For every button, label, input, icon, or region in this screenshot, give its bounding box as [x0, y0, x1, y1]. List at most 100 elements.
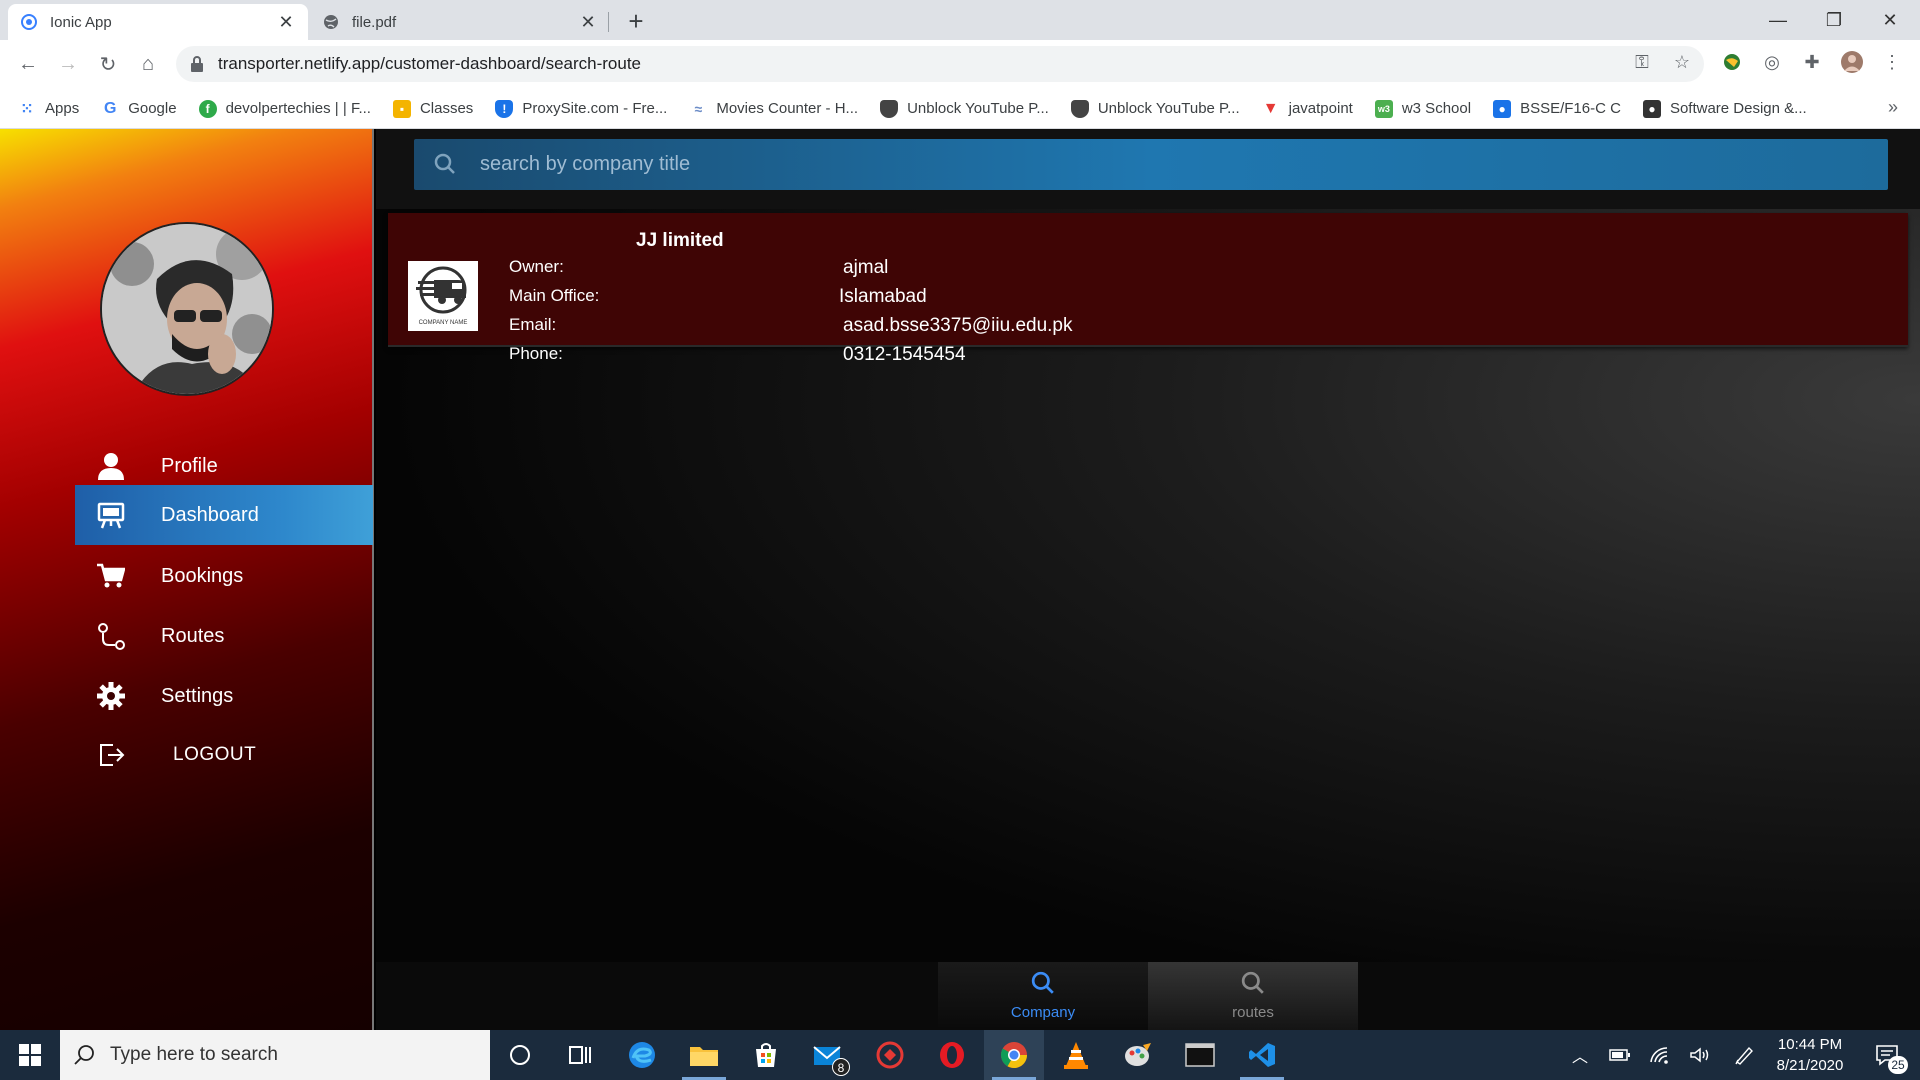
bookmark-movies-counter[interactable]: ≈ Movies Counter - H... [689, 100, 859, 118]
bookmark-devolpertechies[interactable]: f devolpertechies | | F... [198, 99, 371, 118]
profile-avatar-icon[interactable] [1840, 50, 1864, 74]
company-card[interactable]: COMPANY NAME JJ limited Owner: ajmal Mai… [388, 213, 1908, 365]
search-icon [1031, 971, 1055, 1000]
apps-grid-icon: ⁙ [20, 100, 34, 118]
opera-icon[interactable] [922, 1030, 982, 1080]
cortana-icon[interactable] [490, 1030, 550, 1080]
wifi-icon[interactable] [1640, 1030, 1680, 1080]
sidebar-item-settings[interactable]: Settings [75, 666, 373, 726]
file-explorer-icon[interactable] [674, 1030, 734, 1080]
app-red-icon[interactable] [860, 1030, 920, 1080]
bookmark-unblock-youtube-2[interactable]: Unblock YouTube P... [1070, 99, 1240, 118]
sidebar-item-label: Settings [161, 684, 234, 707]
notification-count-badge: 25 [1888, 1056, 1908, 1074]
close-tab-icon[interactable]: ✕ [276, 12, 296, 33]
address-bar[interactable]: transporter.netlify.app/customer-dashboa… [176, 46, 1704, 82]
ionic-favicon-icon [20, 13, 38, 31]
logout-button[interactable]: LOGOUT [75, 725, 373, 785]
bookmark-javatpoint[interactable]: ▼ javatpoint [1262, 100, 1353, 118]
paint-icon[interactable] [1108, 1030, 1168, 1080]
google-icon: G [103, 99, 117, 117]
bookmark-proxysite[interactable]: ! ProxySite.com - Fre... [495, 99, 667, 118]
close-window-button[interactable]: ✕ [1862, 0, 1918, 40]
shield-icon: ! [495, 99, 514, 118]
vlc-icon[interactable] [1046, 1030, 1106, 1080]
extension-circle-icon[interactable]: ◎ [1760, 50, 1784, 74]
tab-ionic-app[interactable]: Ionic App ✕ [8, 4, 308, 40]
vscode-icon[interactable] [1232, 1030, 1292, 1080]
key-icon[interactable]: ⚿ [1630, 50, 1654, 74]
windows-start-button[interactable] [0, 1030, 60, 1080]
new-tab-button[interactable]: + [622, 6, 650, 37]
chrome-icon[interactable] [984, 1030, 1044, 1080]
leaf-icon: f [198, 99, 217, 118]
mail-badge: 8 [832, 1058, 850, 1076]
tab-title: file.pdf [352, 13, 397, 31]
home-button[interactable]: ⌂ [134, 50, 162, 78]
bookmarks-overflow-icon[interactable]: » [1888, 97, 1898, 118]
logout-icon [93, 737, 129, 773]
logout-label: LOGOUT [173, 744, 257, 765]
taskbar-search-input[interactable]: Type here to search [60, 1030, 490, 1080]
tab-routes[interactable]: routes [1148, 962, 1358, 1030]
edge-icon[interactable] [612, 1030, 672, 1080]
notifications-icon[interactable]: 25 [1862, 1030, 1912, 1080]
restore-button[interactable]: ❐ [1806, 0, 1862, 40]
tab-label: routes [1232, 1004, 1274, 1021]
main-office-value: Islamabad [839, 286, 927, 307]
sidebar-item-label: Routes [161, 624, 225, 647]
w3-icon: w3 [1374, 99, 1393, 118]
logo-caption: COMPANY NAME [418, 320, 468, 326]
owner-label: Owner: [509, 257, 564, 276]
clock-date: 8/21/2020 [1776, 1057, 1844, 1074]
tab-company[interactable]: Company [938, 962, 1148, 1030]
close-tab-icon[interactable]: ✕ [578, 12, 598, 33]
store-icon[interactable] [736, 1030, 796, 1080]
pen-icon[interactable] [1725, 1030, 1765, 1080]
forward-button[interactable]: → [54, 50, 82, 78]
company-title: JJ limited [636, 230, 724, 251]
extensions-puzzle-icon[interactable]: ✚ [1800, 50, 1824, 74]
tab-file-pdf[interactable]: file.pdf ✕ [310, 4, 610, 40]
email-value: asad.bsse3375@iiu.edu.pk [843, 315, 1073, 336]
battery-icon[interactable] [1600, 1030, 1640, 1080]
taskbar-clock[interactable]: 10:44 PM 8/21/2020 [1760, 1034, 1860, 1076]
bookmark-w3-school[interactable]: w3 w3 School [1374, 99, 1471, 118]
volume-icon[interactable] [1680, 1030, 1720, 1080]
company-logo: COMPANY NAME [408, 261, 478, 331]
bookmark-google[interactable]: G Google [101, 99, 177, 118]
sidebar-item-label: Bookings [161, 564, 244, 587]
bookmark-unblock-youtube-1[interactable]: Unblock YouTube P... [880, 99, 1049, 118]
email-label: Email: [509, 315, 557, 334]
reload-button[interactable]: ↻ [94, 50, 122, 78]
sidebar-item-dashboard[interactable]: Dashboard [75, 485, 373, 545]
search-input[interactable]: search by company title [414, 139, 1888, 190]
task-view-icon[interactable] [550, 1030, 610, 1080]
sidebar-item-label: Dashboard [161, 503, 259, 526]
mail-icon[interactable]: 8 [798, 1030, 858, 1080]
main-office-label: Main Office: [509, 286, 600, 305]
bookmark-classes[interactable]: ▪ Classes [392, 99, 473, 118]
bookmark-apps[interactable]: ⁙ Apps [18, 100, 79, 118]
side-menu: Profile Dashboard Bookings Routes Settin… [0, 129, 374, 1030]
sidebar-item-routes[interactable]: Routes [75, 606, 373, 666]
tab-divider [608, 12, 609, 32]
search-icon [1241, 971, 1265, 1000]
tab-label: Company [1010, 1004, 1076, 1021]
star-bookmark-icon[interactable]: ☆ [1670, 50, 1694, 74]
bookmark-software-design[interactable]: ● Software Design &... [1642, 99, 1807, 118]
sidebar-item-bookings[interactable]: Bookings [75, 546, 373, 606]
person-icon: ● [1493, 99, 1512, 118]
avatar[interactable] [100, 222, 274, 396]
bookmark-bsse[interactable]: ● BSSE/F16-C C [1493, 99, 1621, 118]
phone-label: Phone: [509, 344, 563, 363]
shield-icon [1070, 99, 1089, 118]
bookmarks-bar: ⁙ Apps G Google f devolpertechies | | F... … [0, 89, 1920, 129]
back-button[interactable]: ← [14, 50, 42, 78]
terminal-icon[interactable] [1170, 1030, 1230, 1080]
browser-tab-strip: Ionic App ✕ file.pdf ✕ + — ❐ ✕ [0, 0, 1920, 40]
extension-globe-icon[interactable] [1720, 50, 1744, 74]
show-hidden-icons-chevron-up-icon[interactable]: ︿ [1560, 1030, 1600, 1080]
chrome-menu-icon[interactable]: ⋮ [1880, 50, 1904, 74]
minimize-button[interactable]: — [1750, 0, 1806, 40]
